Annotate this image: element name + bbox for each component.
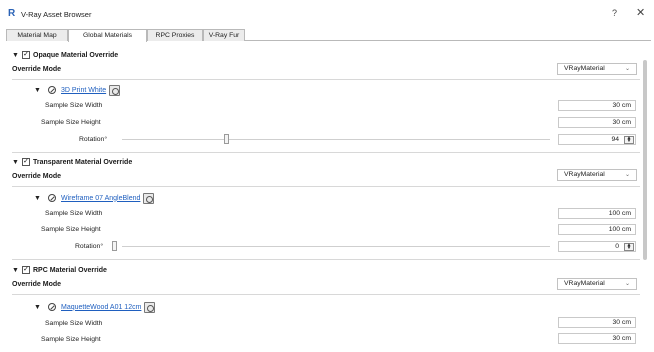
material-circle-icon — [48, 303, 56, 311]
opaque-rotation-slider[interactable] — [122, 139, 550, 140]
triangle-down-icon[interactable]: ▼ — [12, 267, 22, 274]
triangle-down-icon[interactable]: ▼ — [12, 52, 22, 59]
spinner-arrows-icon[interactable]: ▲ ▼ — [624, 243, 634, 251]
transparent-height-label: Sample Size Height — [41, 226, 101, 233]
triangle-down-icon[interactable]: ▼ — [12, 159, 22, 166]
triangle-down-icon[interactable]: ▼ — [34, 87, 44, 94]
opaque-height-field[interactable]: 30 cm — [558, 117, 636, 128]
transparent-rotation-slider[interactable] — [122, 246, 550, 247]
transparent-width-label: Sample Size Width — [45, 210, 103, 217]
triangle-down-icon[interactable]: ▼ — [34, 304, 44, 311]
transparent-section-header[interactable]: ▼ ✓ Transparent Material Override — [12, 156, 132, 168]
opaque-rotation-value: 94 — [611, 136, 619, 143]
tab-global-materials[interactable]: Global Materials — [68, 29, 147, 42]
divider — [12, 186, 640, 187]
transparent-override-mode-label: Override Mode — [12, 173, 62, 180]
tab-material-map[interactable]: Material Map — [6, 29, 68, 41]
opaque-override-mode-dropdown[interactable]: VRayMaterial ⌄ — [557, 63, 637, 75]
transparent-width-field[interactable]: 100 cm — [558, 208, 636, 219]
material-circle-icon — [48, 86, 56, 94]
opaque-section-header[interactable]: ▼ ✓ Opaque Material Override — [12, 49, 118, 61]
transparent-rotation-label: Rotation° — [75, 243, 104, 250]
chevron-down-icon: ⌄ — [624, 281, 630, 287]
global-materials-panel: ▼ ✓ Opaque Material Override Override Mo… — [12, 43, 640, 352]
opaque-width-label: Sample Size Width — [45, 102, 103, 109]
transparent-override-checkbox[interactable]: ✓ — [22, 158, 30, 166]
rpc-override-mode-label: Override Mode — [12, 281, 62, 288]
transparent-rotation-field[interactable]: 0 ▲ ▼ — [558, 241, 636, 252]
help-button[interactable]: ? — [612, 8, 617, 18]
opaque-rotation-slider-thumb[interactable] — [224, 134, 229, 144]
tab-bar: Material Map Global Materials RPC Proxie… — [6, 29, 651, 42]
chevron-down-icon: ⌄ — [624, 66, 630, 72]
rpc-section-header[interactable]: ▼ ✓ RPC Material Override — [12, 264, 107, 276]
transparent-rotation-slider-thumb[interactable] — [112, 241, 117, 251]
rpc-height-label: Sample Size Height — [41, 336, 101, 343]
opaque-rotation-field[interactable]: 94 ▲ ▼ — [558, 134, 636, 145]
rpc-override-mode-dropdown[interactable]: VRayMaterial ⌄ — [557, 278, 637, 290]
title-bar: R V-Ray Asset Browser ? ✕ — [0, 0, 654, 28]
divider — [12, 152, 640, 153]
tab-rpc-proxies[interactable]: RPC Proxies — [147, 29, 203, 41]
transparent-override-mode-value: VRayMaterial — [564, 171, 605, 178]
transparent-rotation-value: 0 — [615, 243, 619, 250]
divider — [12, 79, 640, 80]
tab-vray-fur[interactable]: V-Ray Fur — [203, 29, 245, 41]
transparent-material-row: ▼ Wireframe 07 AngleBlend — [34, 192, 155, 204]
rpc-material-row: ▼ MaquetteWood A01 12cm — [34, 301, 156, 313]
opaque-section-title: Opaque Material Override — [33, 51, 119, 59]
opaque-rotation-label: Rotation° — [79, 136, 108, 143]
close-button[interactable]: ✕ — [636, 6, 645, 19]
rpc-section-title: RPC Material Override — [33, 266, 107, 274]
window-title: V-Ray Asset Browser — [21, 10, 92, 19]
opaque-override-mode-value: VRayMaterial — [564, 65, 605, 72]
opaque-override-checkbox[interactable]: ✓ — [22, 51, 30, 59]
rpc-width-field[interactable]: 30 cm — [558, 317, 636, 328]
rpc-override-checkbox[interactable]: ✓ — [22, 266, 30, 274]
transparent-material-link[interactable]: Wireframe 07 AngleBlend — [61, 195, 140, 202]
rpc-width-label: Sample Size Width — [45, 320, 103, 327]
transparent-override-mode-dropdown[interactable]: VRayMaterial ⌄ — [557, 169, 637, 181]
transparent-section-title: Transparent Material Override — [33, 158, 133, 166]
rpc-override-mode-value: VRayMaterial — [564, 280, 605, 287]
material-circle-icon — [48, 194, 56, 202]
opaque-override-mode-label: Override Mode — [12, 66, 62, 73]
divider — [12, 294, 640, 295]
spinner-arrows-icon[interactable]: ▲ ▼ — [624, 136, 634, 144]
material-picker-icon[interactable] — [143, 192, 155, 204]
triangle-down-icon[interactable]: ▼ — [34, 195, 44, 202]
rpc-material-link[interactable]: MaquetteWood A01 12cm — [61, 304, 141, 311]
opaque-width-field[interactable]: 30 cm — [558, 100, 636, 111]
transparent-height-field[interactable]: 100 cm — [558, 224, 636, 235]
divider — [12, 259, 640, 260]
opaque-height-label: Sample Size Height — [41, 119, 101, 126]
material-picker-icon[interactable] — [144, 301, 156, 313]
material-picker-icon[interactable] — [109, 84, 121, 96]
rpc-height-field[interactable]: 30 cm — [558, 333, 636, 344]
opaque-material-link[interactable]: 3D Print White — [61, 87, 106, 94]
vray-logo-icon: R — [8, 8, 16, 19]
vertical-scrollbar[interactable] — [643, 60, 647, 260]
chevron-down-icon: ⌄ — [624, 172, 630, 178]
opaque-material-row: ▼ 3D Print White — [34, 84, 121, 96]
